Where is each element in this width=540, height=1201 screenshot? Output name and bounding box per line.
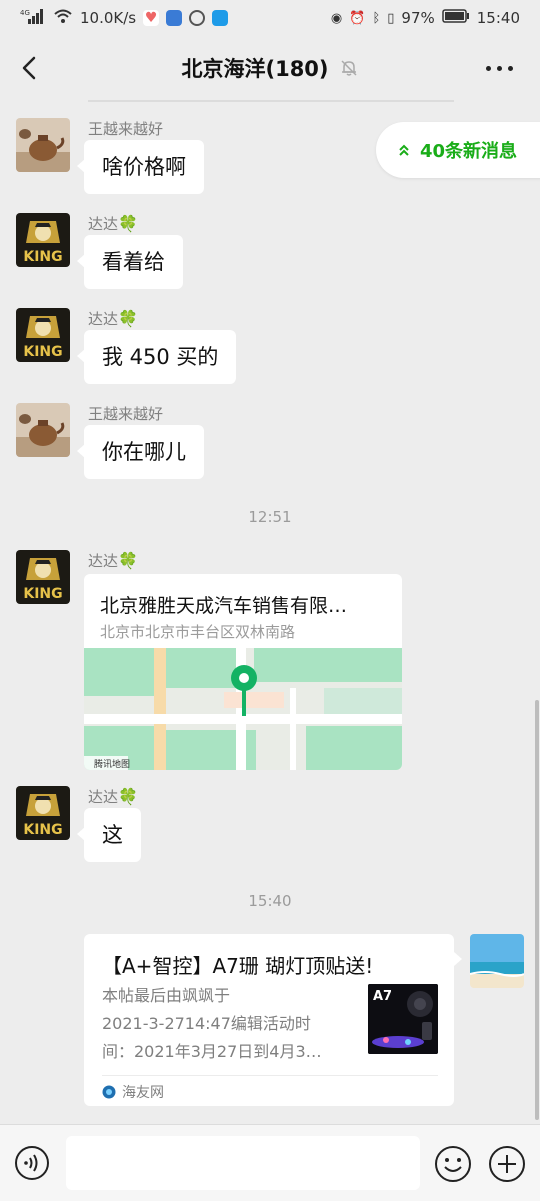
link-description: 本帖最后由飒飒于 2021-3-2714:47编辑活动时 间：2021年3月27… bbox=[102, 982, 350, 1066]
svg-text:KING: KING bbox=[23, 822, 62, 838]
timestamp: 15:40 bbox=[248, 892, 292, 910]
sender-name: 达达 bbox=[88, 310, 119, 328]
location-address: 北京市北京市丰台区双林南路 bbox=[100, 623, 296, 641]
source-logo-icon bbox=[102, 1085, 116, 1099]
location-card[interactable]: 北京雅胜天成汽车销售有限… 北京市北京市丰台区双林南路 腾讯地图 bbox=[84, 574, 402, 770]
location-map: 腾讯地图 bbox=[84, 648, 402, 770]
chat-message: 王越来越好 你在哪儿 bbox=[16, 403, 516, 483]
link-desc-line: 间：2021年3月27日到4月3… bbox=[102, 1042, 322, 1061]
svg-text:腾讯地图: 腾讯地图 bbox=[94, 758, 130, 770]
bluetooth-icon: ᛒ bbox=[372, 10, 381, 26]
health-app-icon: ♥ bbox=[143, 10, 160, 26]
timestamp: 12:51 bbox=[248, 508, 292, 526]
bell-off-icon bbox=[339, 58, 359, 78]
input-bar bbox=[0, 1124, 540, 1201]
clover-icon: 🍀 bbox=[118, 214, 138, 233]
clover-icon: 🍀 bbox=[118, 309, 138, 328]
voice-button[interactable] bbox=[14, 1145, 50, 1181]
signal-icon: 4G bbox=[20, 8, 46, 28]
wifi-icon bbox=[53, 8, 73, 28]
king-avatar[interactable]: KING bbox=[16, 786, 70, 840]
back-button[interactable] bbox=[14, 50, 48, 86]
more-functions-button[interactable] bbox=[488, 1145, 526, 1183]
link-desc-line: 2021-3-2714:47编辑活动时 bbox=[102, 1014, 311, 1033]
link-thumbnail: A7 bbox=[368, 984, 438, 1054]
link-source: 海友网 bbox=[102, 1082, 164, 1102]
king-avatar[interactable]: KING bbox=[16, 308, 70, 362]
clock: 15:40 bbox=[476, 9, 520, 27]
sender-name: 达达 bbox=[88, 215, 119, 233]
svg-text:KING: KING bbox=[23, 344, 62, 360]
sender-name-group: 达达🍀 bbox=[88, 786, 138, 807]
vibrate-icon: ▯ bbox=[387, 10, 395, 26]
king-avatar[interactable]: KING bbox=[16, 213, 70, 267]
link-source-name: 海友网 bbox=[122, 1085, 164, 1101]
eye-icon: ◉ bbox=[330, 10, 343, 26]
message-bubble[interactable]: 看着给 bbox=[77, 235, 183, 289]
more-dots-icon bbox=[486, 65, 491, 71]
network-speed: 10.0K/s bbox=[80, 9, 137, 27]
chat-message: KING 达达🍀 看着给 bbox=[16, 213, 516, 293]
cast-app-icon bbox=[166, 10, 183, 26]
sender-name: 达达 bbox=[88, 788, 119, 806]
svg-text:KING: KING bbox=[23, 249, 62, 265]
svg-text:A7: A7 bbox=[373, 989, 392, 1004]
chat-title-group: 北京海洋(180) bbox=[181, 53, 358, 83]
self-avatar[interactable] bbox=[470, 934, 524, 988]
message-bubble[interactable]: 我 450 买的 bbox=[76, 330, 237, 384]
message-bubble[interactable]: 你在哪儿 bbox=[77, 425, 204, 479]
link-desc-line: 本帖最后由飒飒于 bbox=[102, 986, 231, 1005]
teapot-avatar[interactable] bbox=[16, 403, 70, 457]
sender-name: 王越来越好 bbox=[88, 120, 164, 138]
emoji-button[interactable] bbox=[434, 1145, 472, 1183]
clover-icon: 🍀 bbox=[118, 787, 138, 806]
message-input[interactable] bbox=[66, 1136, 420, 1190]
sender-name-group: 达达🍀 bbox=[88, 550, 138, 571]
clover-icon: 🍀 bbox=[118, 551, 138, 570]
teapot-avatar[interactable] bbox=[16, 118, 70, 172]
emoji-icon bbox=[435, 1146, 471, 1182]
bulb-app-icon bbox=[212, 10, 229, 26]
circle-app-icon bbox=[189, 10, 206, 26]
divider bbox=[102, 1075, 438, 1076]
more-dot bbox=[508, 65, 513, 71]
status-bar: 4G 10.0K/s ♥ ◉ ⏰ ᛒ ▯ 97% 15:40 bbox=[0, 0, 540, 36]
voice-icon bbox=[15, 1146, 49, 1180]
chat-message: KING 达达🍀 我 450 买的 bbox=[16, 308, 516, 388]
scrollbar[interactable] bbox=[535, 700, 539, 1120]
sender-name: 达达 bbox=[88, 552, 119, 570]
battery-icon bbox=[442, 9, 470, 27]
chevron-left-icon bbox=[22, 56, 36, 80]
message-bubble[interactable]: 这 bbox=[77, 808, 141, 862]
svg-text:4G: 4G bbox=[20, 9, 30, 17]
sender-name-group: 达达🍀 bbox=[88, 308, 138, 329]
king-avatar[interactable]: KING bbox=[16, 550, 70, 604]
sender-name: 王越来越好 bbox=[88, 405, 164, 423]
alarm-icon: ⏰ bbox=[349, 10, 366, 26]
divider bbox=[88, 100, 454, 102]
link-title: 【A+智控】A7珊 瑚灯顶贴送! bbox=[102, 954, 374, 978]
more-dot bbox=[497, 65, 502, 71]
chat-header: 北京海洋(180) bbox=[0, 36, 540, 100]
message-bubble[interactable]: 啥价格啊 bbox=[77, 140, 204, 194]
chat-message: KING 达达🍀 这 bbox=[16, 786, 516, 866]
battery-percent: 97% bbox=[401, 9, 435, 27]
plus-icon bbox=[489, 1146, 525, 1182]
sender-name-group: 达达🍀 bbox=[88, 213, 138, 234]
location-name: 北京雅胜天成汽车销售有限… bbox=[100, 595, 348, 617]
svg-text:KING: KING bbox=[23, 586, 62, 602]
more-button[interactable] bbox=[486, 58, 518, 78]
link-card[interactable]: 【A+智控】A7珊 瑚灯顶贴送! 本帖最后由飒飒于 2021-3-2714:47… bbox=[84, 934, 462, 1106]
chat-title: 北京海洋(180) bbox=[181, 57, 329, 81]
chat-message: 王越来越好 啥价格啊 bbox=[16, 118, 516, 198]
